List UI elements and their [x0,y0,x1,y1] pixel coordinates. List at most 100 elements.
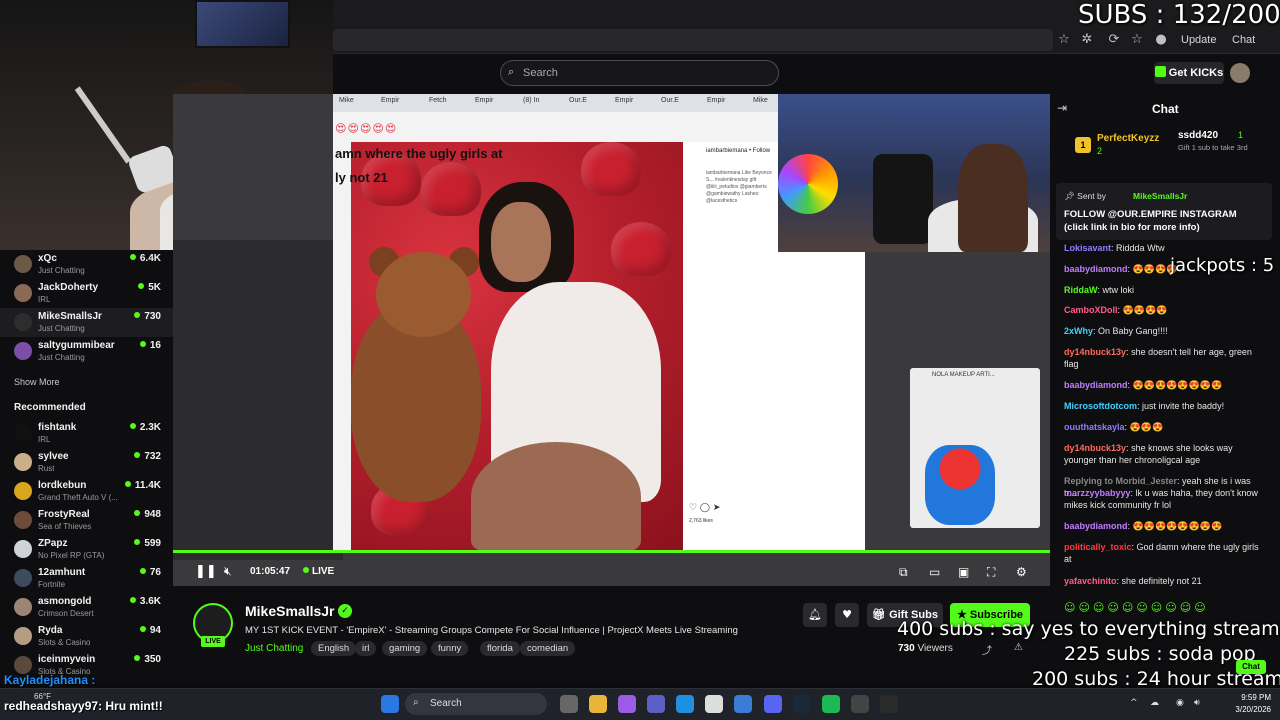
show-more-link[interactable]: Show More [14,377,60,387]
edge-icon[interactable] [676,695,694,713]
chat-username[interactable]: dy14nbuck13y [1064,347,1126,357]
obs-icon[interactable] [851,695,869,713]
top-gifter-name[interactable]: PerfectKeyzz [1097,133,1159,144]
favorites-icon[interactable]: ☆ [1128,31,1146,49]
star-icon[interactable]: ☆ [1055,31,1073,49]
chat-username[interactable]: yafavchinito [1064,576,1117,586]
sidebar-channel-frostyreal[interactable]: FrostyReal Sea of Thieves 948 [0,506,173,535]
chat-username[interactable]: politically_toxic [1064,542,1132,552]
epic-games-icon[interactable] [880,695,898,713]
chat-message[interactable]: CamboXDoll: 😍😍😍😍 [1064,304,1264,316]
streamer-name[interactable]: MikeSmallsJr [245,603,335,619]
live-indicator[interactable]: LIVE [303,566,334,577]
sidebar-channel-lordkebun[interactable]: lordkebun Grand Theft Auto V (... 11.4K [0,477,173,506]
copilot-chat-button[interactable]: Chat [1232,30,1255,50]
taskbar-date[interactable]: 3/20/2026 [1226,705,1271,714]
chat-username[interactable]: CamboXDoll [1064,305,1118,315]
app-icon[interactable] [734,695,752,713]
chat-message[interactable]: 2xWhy: On Baby Gang!!!! [1064,325,1264,337]
fullscreen-icon[interactable]: ⛶ [987,565,995,580]
chat-message[interactable]: dy14nbuck13y: she doesn't tell her age, … [1064,346,1264,370]
chat-username[interactable]: Lokisavant [1064,243,1111,253]
chat-username[interactable]: Replying to Morbid_Jester [1064,476,1177,486]
taskbar-time[interactable]: 9:59 PM [1237,693,1271,702]
chat-username[interactable]: 2xWhy [1064,326,1093,336]
settings-gear-icon[interactable]: ⚙ [1016,565,1027,579]
chat-message[interactable]: dy14nbuck13y: she knows she looks way yo… [1064,442,1264,466]
sidebar-channel-fishtank[interactable]: fishtank IRL 2.3K [0,419,173,448]
address-bar[interactable] [333,29,1053,51]
chat-username[interactable]: baabydiamond [1064,264,1128,274]
theatre-mode-icon[interactable]: ▭ [929,565,940,579]
taskbar-search[interactable] [405,693,547,715]
user-avatar[interactable] [1230,63,1250,83]
extension-icon[interactable]: ✲ [1078,31,1096,49]
spotify-icon[interactable] [822,695,840,713]
emote-bar[interactable]: ☺☺☺☺☺☺☺☺☺☺ [1064,601,1209,614]
sidebar-channel-asmongold[interactable]: asmongold Crimson Desert 3.6K [0,593,173,622]
chat-username[interactable]: Microsoftdotcom [1064,401,1137,411]
task-view-icon[interactable] [560,695,578,713]
discord-icon[interactable] [764,695,782,713]
second-gifter-name[interactable]: ssdd420 [1178,130,1218,141]
stream-tag[interactable]: funny [431,641,469,656]
chat-message[interactable]: yafavchinito: she definitely not 21 [1064,575,1264,587]
file-explorer-icon[interactable] [589,695,607,713]
steam-icon[interactable] [793,695,811,713]
viewer-number: 730 [898,643,915,654]
volume-icon[interactable]: 🔊︎ [1194,698,1200,708]
share-icon[interactable]: ⤴ [982,642,992,657]
pip-icon[interactable]: ▣ [958,565,969,579]
sidebar-channel-mikesmallsjr[interactable]: MikeSmallsJr Just Chatting 730 [0,308,173,337]
store-icon[interactable] [705,695,723,713]
clip-icon[interactable]: ⧉ [899,565,908,580]
tray-chevron-icon[interactable]: ^ [1130,698,1138,708]
chat-send-button[interactable]: Chat [1236,660,1266,674]
chat-message[interactable]: marzzyybabyyy: lk u was haha, they don't… [1064,487,1264,511]
update-button[interactable]: Update [1175,30,1222,50]
sidebar-channel-saltygummibear[interactable]: saltygummibear Just Chatting 16 [0,337,173,366]
chat-username[interactable]: marzzyybabyyy [1064,488,1131,498]
sidebar-channel-ryda[interactable]: Ryda Slots & Casino 94 [0,622,173,651]
sidebar-channel-12amhunt[interactable]: 12amhunt Fortnite 76 [0,564,173,593]
sidebar-channel-zpapz[interactable]: ZPapz No Pixel RP (GTA) 599 [0,535,173,564]
notification-bell-icon[interactable]: 🔔︎ [803,603,827,627]
sidebar-channel-sylvee[interactable]: sylvee Rust 732 [0,448,173,477]
report-icon[interactable]: ⚠ [1014,642,1023,653]
stream-tag[interactable]: florida [480,641,520,656]
tray-cloud-icon[interactable]: ☁ [1150,698,1159,708]
chat-message[interactable]: politically_toxic: God damn where the ug… [1064,541,1264,565]
collapse-chat-icon[interactable]: ⇥ [1057,101,1067,115]
wifi-icon[interactable]: ◉ [1176,698,1184,708]
chat-message[interactable]: Lokisavant: Riddda Wtw [1064,242,1264,254]
stream-tag[interactable]: comedian [520,641,576,656]
heart-follow-icon[interactable]: ♥ [835,603,859,627]
stream-tag[interactable]: irl [355,641,377,656]
profile-icon[interactable]: ● [1152,31,1170,49]
stream-tag[interactable]: gaming [382,641,428,656]
instagram-caption: iambarbiemana Like Beyonce S... #valenti… [706,170,772,204]
reload-icon[interactable]: ⟳ [1105,31,1123,49]
get-kicks-button[interactable]: Get KICKs [1154,62,1224,84]
sidebar-channel-xqc[interactable]: xQc Just Chatting 6.4K [0,250,173,279]
chat-message[interactable]: ouuthatskayla: 😍😍😍 [1064,421,1264,433]
channel-viewers: 732 [134,451,161,462]
chat-message[interactable]: baabydiamond: 😍😍😍😍😍😍😍😍 [1064,379,1264,391]
sidebar-channel-jackdoherty[interactable]: JackDoherty IRL 5K [0,279,173,308]
chat-message[interactable]: Microsoftdotcom: just invite the baddy! [1064,400,1264,412]
copilot-icon[interactable] [618,695,636,713]
windows-start-icon[interactable] [381,695,399,713]
stream-tag[interactable]: English [311,641,357,656]
chat-username[interactable]: dy14nbuck13y [1064,443,1126,453]
volume-muted-icon[interactable]: 🔇︎ [224,564,232,579]
chat-username[interactable]: RiddaW [1064,285,1098,295]
chat-username[interactable]: baabydiamond [1064,521,1128,531]
video-progress-bar[interactable] [173,550,1050,553]
chat-username[interactable]: ouuthatskayla [1064,422,1125,432]
chat-message[interactable]: baabydiamond: 😍😍😍😍😍😍😍😍 [1064,520,1264,532]
category-link[interactable]: Just Chatting [245,643,303,654]
teams-icon[interactable] [647,695,665,713]
chat-message[interactable]: RiddaW: wtw loki [1064,284,1264,296]
pause-icon[interactable]: ❚❚ [195,564,217,579]
chat-username[interactable]: baabydiamond [1064,380,1128,390]
